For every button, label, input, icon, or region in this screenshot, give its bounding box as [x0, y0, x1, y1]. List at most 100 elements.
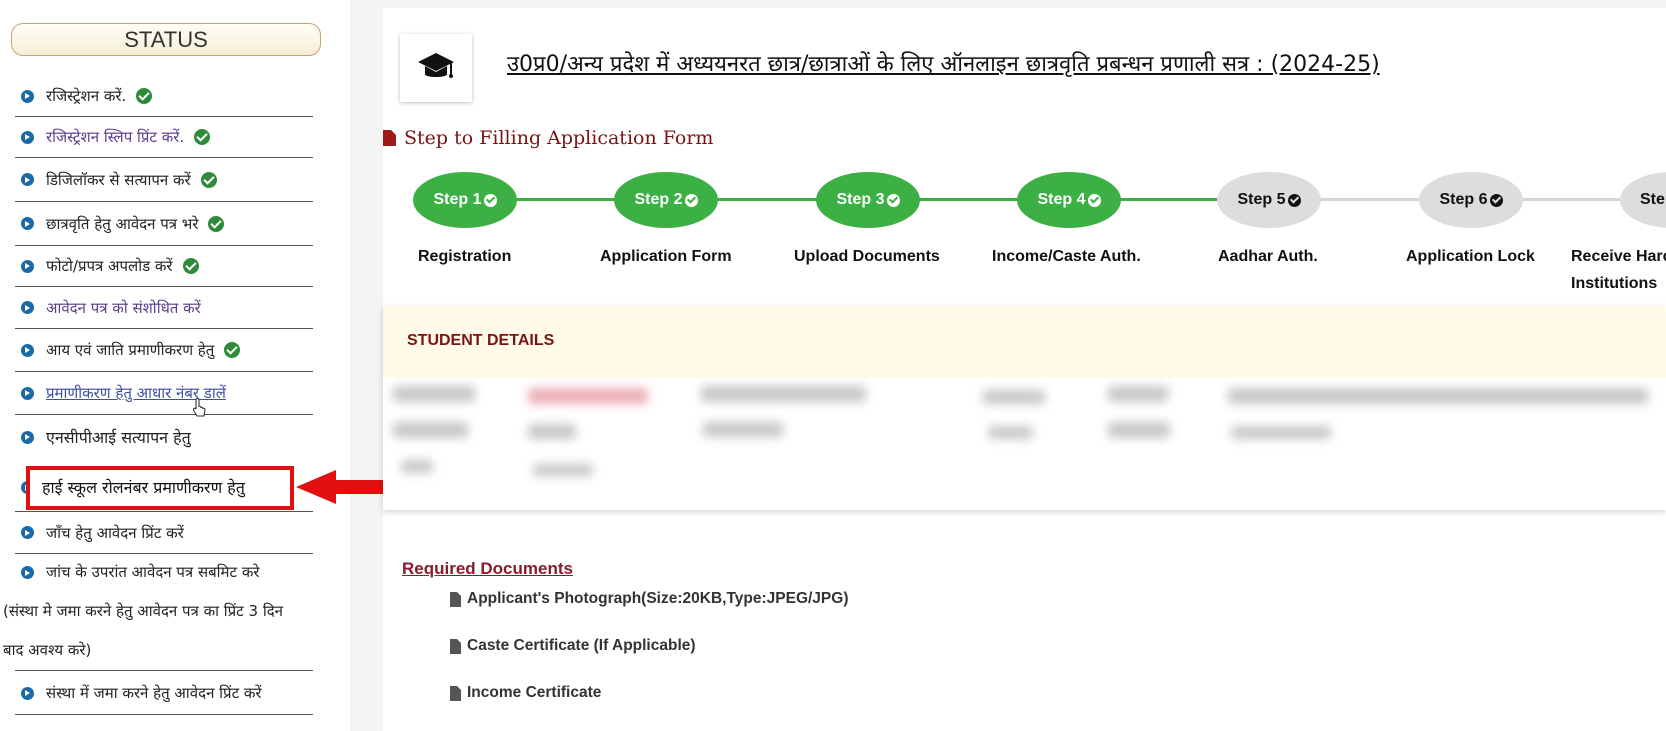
- blurred-field: [1231, 426, 1331, 439]
- sidebar-item-print-institution[interactable]: संस्था में जमा करने हेतु आवेदन प्रिंट कर…: [15, 672, 313, 715]
- sidebar-item-label: जांच के उपरांत आवेदन पत्र सबमिट करे: [46, 563, 260, 581]
- sidebar-item-label: जाँच हेतु आवेदन प्रिंट करें: [46, 523, 184, 542]
- sidebar-item-npci[interactable]: एनसीपीआई सत्यापन हेतु: [15, 415, 313, 459]
- chevron-right-icon: [21, 130, 34, 144]
- blurred-field: [533, 464, 593, 476]
- steps-heading-text: Step to Filling Application Form: [404, 127, 714, 149]
- hand-cursor-icon: [193, 398, 206, 417]
- step-pill-label: Step 3: [836, 191, 885, 208]
- blurred-field: [701, 386, 866, 402]
- chevron-right-icon: [21, 259, 34, 273]
- required-document-item: Income Certificate: [450, 684, 601, 702]
- page-title: उ0प्र0/अन्य प्रदेश में अध्ययनरत छात्र/छा…: [507, 52, 1380, 77]
- check-circle-icon: [1287, 193, 1301, 207]
- step-6-label: Application Lock: [1406, 248, 1535, 265]
- blurred-field: [401, 460, 433, 473]
- check-circle-icon: [136, 88, 153, 104]
- sidebar-item-label: छात्रवृति हेतु आवेदन पत्र भरे: [46, 214, 199, 233]
- check-circle-icon: [182, 258, 199, 274]
- sidebar-item-print-check[interactable]: जाँच हेतु आवेदन प्रिंट करें: [15, 512, 313, 554]
- blurred-field: [1108, 422, 1170, 438]
- step-pill-label: Step 5: [1237, 191, 1286, 208]
- chevron-right-icon: [21, 89, 34, 103]
- steps-heading: Step to Filling Application Form: [383, 127, 713, 149]
- required-document-label: Caste Certificate (If Applicable): [467, 637, 696, 654]
- sidebar-item-label: हाई स्कूल रोलनंबर प्रमाणीकरण हेतु: [42, 478, 245, 497]
- logo-tile: [400, 34, 472, 102]
- step-7-label-line1: Receive Harc: [1571, 248, 1666, 265]
- check-circle-icon: [208, 215, 225, 232]
- sidebar-item-modify[interactable]: आवेदन पत्र को संशोधित करें: [15, 287, 313, 329]
- chevron-right-icon: [21, 430, 34, 444]
- chevron-right-icon: [21, 217, 34, 230]
- step-2-pill[interactable]: Step 2: [614, 172, 718, 228]
- sidebar-item-submit[interactable]: जांच के उपरांत आवेदन पत्र सबमिट करे (संस…: [3, 553, 313, 671]
- sidebar-item-income-caste[interactable]: आय एवं जाति प्रमाणीकरण हेतु: [15, 329, 313, 372]
- step-7-label: Receive Harc Institutions: [1571, 243, 1666, 297]
- step-5-pill[interactable]: Step 5: [1217, 172, 1321, 228]
- file-icon: [450, 638, 461, 654]
- sidebar-item-upload[interactable]: फोटो/प्रपत्र अपलोड करें: [15, 246, 313, 287]
- sidebar-item-label: रजिस्ट्रेशन स्लिप प्रिंट करें.: [46, 128, 185, 146]
- required-document-item: Applicant's Photograph(Size:20KB,Type:JP…: [450, 590, 848, 608]
- chevron-right-icon: [21, 301, 34, 314]
- sidebar: STATUS रजिस्ट्रेशन करें. रजिस्ट्रेशन स्ल…: [0, 0, 350, 731]
- sidebar-item-registration[interactable]: रजिस्ट्रेशन करें.: [15, 76, 313, 117]
- submit-note-line1: (संस्था मे जमा करने हेतु आवेदन पत्र का प…: [3, 602, 283, 620]
- check-circle-icon: [483, 193, 497, 207]
- step-4-pill[interactable]: Step 4: [1017, 172, 1121, 228]
- required-document-item: Caste Certificate (If Applicable): [450, 637, 696, 655]
- step-pill-label: Step 6: [1439, 191, 1488, 208]
- required-document-label: Applicant's Photograph(Size:20KB,Type:JP…: [467, 590, 849, 607]
- sidebar-item-label: फोटो/प्रपत्र अपलोड करें: [46, 257, 173, 275]
- step-1-label: Registration: [418, 248, 512, 265]
- sidebar-item-label: संस्था में जमा करने हेतु आवेदन प्रिंट कर…: [46, 684, 262, 702]
- file-icon: [383, 130, 396, 146]
- sidebar-item-label: आवेदन पत्र को संशोधित करें: [46, 298, 201, 317]
- check-circle-icon: [684, 193, 698, 207]
- check-circle-icon: [200, 171, 217, 188]
- required-documents-title: Required Documents: [402, 559, 573, 578]
- chevron-right-icon: [21, 686, 34, 700]
- step-3-pill[interactable]: Step 3: [816, 172, 920, 228]
- sidebar-item-print-slip[interactable]: रजिस्ट्रेशन स्लिप प्रिंट करें.: [15, 117, 313, 158]
- step-7-label-line2: Institutions: [1571, 275, 1658, 292]
- check-circle-icon: [1087, 193, 1101, 207]
- file-icon: [450, 685, 461, 701]
- chevron-right-icon: [21, 343, 34, 357]
- sidebar-item-aadhar[interactable]: प्रमाणीकरण हेतु आधार नंबर डालें: [15, 372, 313, 415]
- blurred-field: [393, 422, 468, 438]
- blurred-field: [528, 388, 648, 404]
- step-pill-label: Step 2: [634, 191, 683, 208]
- check-circle-icon: [886, 193, 900, 207]
- sidebar-item-digilocker[interactable]: डिजिलॉकर से सत्यापन करें: [15, 158, 313, 202]
- blurred-field: [1228, 388, 1648, 404]
- sidebar-item-fill-form[interactable]: छात्रवृति हेतु आवेदन पत्र भरे: [15, 202, 313, 246]
- step-6-pill[interactable]: Step 6: [1419, 172, 1523, 228]
- blurred-field: [393, 386, 475, 402]
- step-1-pill[interactable]: Step 1: [413, 172, 517, 228]
- sidebar-item-highschool-rollno[interactable]: हाई स्कूल रोलनंबर प्रमाणीकरण हेतु: [26, 466, 294, 510]
- chevron-right-icon: [21, 173, 34, 186]
- blurred-field: [983, 390, 1045, 404]
- student-details-title: STUDENT DETAILS: [407, 332, 555, 349]
- blurred-field: [528, 424, 576, 439]
- chevron-right-icon: [21, 566, 34, 579]
- sidebar-item-label: डिजिलॉकर से सत्यापन करें: [46, 170, 191, 189]
- graduation-cap-icon: [418, 53, 454, 78]
- step-4-label: Income/Caste Auth.: [992, 248, 1141, 265]
- submit-note-line2: बाद अवश्य करे): [3, 641, 92, 659]
- file-icon: [450, 591, 461, 607]
- status-header: STATUS: [11, 23, 321, 56]
- step-5-label: Aadhar Auth.: [1218, 248, 1318, 265]
- blurred-field: [1108, 386, 1168, 402]
- chevron-right-icon: [21, 526, 34, 539]
- step-2-label: Application Form: [600, 248, 732, 265]
- sidebar-item-label: एनसीपीआई सत्यापन हेतु: [46, 428, 191, 447]
- check-circle-icon: [1489, 193, 1503, 207]
- blurred-field: [703, 422, 783, 437]
- step-pill-label: Step 1: [433, 191, 482, 208]
- step-pill-label: Step: [1640, 191, 1666, 208]
- sidebar-item-label: आय एवं जाति प्रमाणीकरण हेतु: [46, 341, 215, 359]
- student-details-header: [383, 306, 1666, 378]
